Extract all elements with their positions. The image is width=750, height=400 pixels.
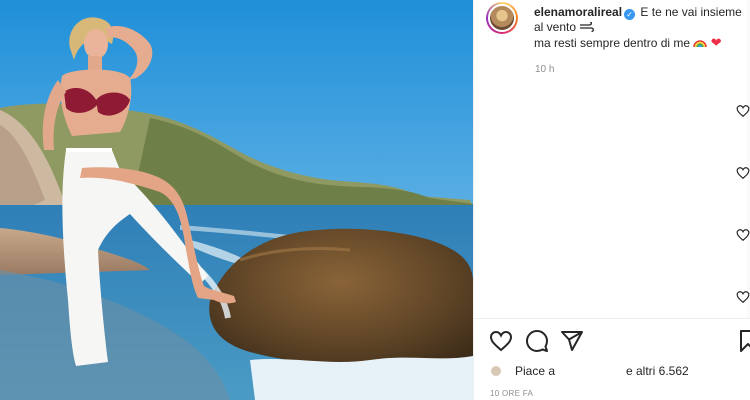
caption-line-3: ma resti sempre dentro di me bbox=[534, 36, 691, 50]
likes-count[interactable]: e altri 6.562 bbox=[626, 364, 689, 378]
wind-icon bbox=[580, 21, 595, 33]
caption-text: elenamoralireal ✓ E te ne vai insieme al … bbox=[534, 5, 748, 51]
post-side-panel: elenamoralireal ✓ E te ne vai insieme al … bbox=[473, 0, 750, 400]
likes-label: Piace a bbox=[515, 364, 556, 378]
caption-line-2: al vento bbox=[534, 20, 577, 34]
caption-second-line: al vento bbox=[534, 20, 748, 35]
avatar-image bbox=[488, 4, 516, 32]
caption-line-1: E te ne vai insieme bbox=[640, 5, 742, 19]
profile-avatar[interactable] bbox=[486, 2, 518, 34]
caption-timestamp: 10 h bbox=[535, 64, 555, 75]
heart-outline-icon[interactable] bbox=[736, 228, 750, 242]
red-heart-emoji: ❤ bbox=[710, 35, 722, 50]
heart-icon[interactable] bbox=[489, 329, 513, 353]
post-actions: Piace a e altri 6.562 10 ORE FA bbox=[474, 318, 750, 400]
heart-outline-icon[interactable] bbox=[736, 166, 750, 180]
bookmark-icon[interactable] bbox=[736, 329, 750, 353]
rainbow-icon bbox=[693, 40, 708, 48]
likes-summary[interactable]: Piace a e altri 6.562 bbox=[490, 363, 746, 379]
caption-third-line: ma resti sempre dentro di me ❤ bbox=[534, 35, 748, 51]
heart-outline-icon[interactable] bbox=[736, 104, 750, 118]
caption-first-line: elenamoralireal ✓ E te ne vai insieme bbox=[534, 5, 748, 20]
liker-avatar bbox=[490, 365, 502, 377]
heart-outline-icon[interactable] bbox=[736, 290, 750, 304]
post-photo[interactable] bbox=[0, 0, 473, 400]
comment-icon[interactable] bbox=[525, 329, 549, 353]
verified-badge-icon: ✓ bbox=[624, 9, 636, 20]
post-date[interactable]: 10 ORE FA bbox=[490, 389, 533, 398]
share-icon[interactable] bbox=[560, 329, 584, 353]
username-link[interactable]: elenamoralireal bbox=[534, 5, 622, 19]
beach-photo-image bbox=[0, 0, 473, 400]
